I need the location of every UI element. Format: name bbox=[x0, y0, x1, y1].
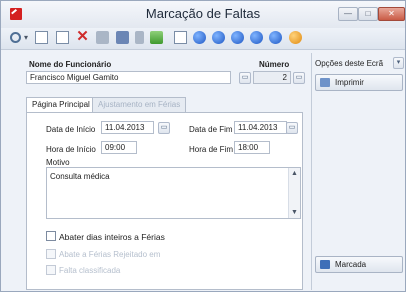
number-label: Número bbox=[259, 60, 290, 69]
new-document-icon[interactable] bbox=[35, 31, 48, 44]
number-lookup-button[interactable]: ▭ bbox=[293, 72, 305, 84]
chevron-down-icon[interactable]: ▾ bbox=[393, 57, 404, 69]
deduct-full-days-label: Abater dias inteiros a Férias bbox=[59, 232, 165, 242]
export-icon[interactable] bbox=[135, 31, 144, 44]
reason-text: Consulta médica bbox=[50, 172, 110, 181]
minimize-icon: — bbox=[344, 9, 352, 18]
search-icon[interactable] bbox=[10, 32, 21, 43]
classified-absence-label: Falta classificada bbox=[59, 266, 121, 275]
scroll-up-icon[interactable]: ▲ bbox=[289, 170, 300, 177]
scroll-down-icon[interactable]: ▼ bbox=[289, 209, 300, 216]
start-date-calendar-button[interactable]: ▭ bbox=[158, 122, 170, 134]
employee-field[interactable]: Francisco Miguel Gamito bbox=[26, 71, 231, 84]
toolbar: ▾ ✕ bbox=[1, 28, 405, 50]
copy-document-icon[interactable] bbox=[56, 31, 69, 44]
chevron-down-icon[interactable]: ▾ bbox=[23, 31, 29, 44]
start-date-field[interactable]: 11.04.2013 bbox=[101, 121, 154, 134]
holiday-rejected-label: Abate a Férias Rejeitado em bbox=[59, 250, 161, 259]
deduct-full-days-checkbox[interactable] bbox=[46, 231, 56, 241]
close-button[interactable]: ✕ bbox=[378, 7, 405, 21]
last-record-icon[interactable] bbox=[250, 31, 263, 44]
holiday-rejected-checkbox[interactable] bbox=[46, 249, 56, 259]
minimize-button[interactable]: — bbox=[338, 7, 358, 21]
classified-absence-checkbox[interactable] bbox=[46, 265, 56, 275]
refresh-icon[interactable] bbox=[289, 31, 302, 44]
tab-main-page[interactable]: Página Principal bbox=[26, 97, 96, 113]
end-date-label: Data de Fim bbox=[189, 125, 233, 134]
zoom-icon[interactable] bbox=[174, 31, 187, 44]
status-icon bbox=[320, 260, 330, 269]
marked-button[interactable]: Marcada bbox=[315, 256, 403, 273]
employee-label: Nome do Funcionário bbox=[29, 60, 112, 69]
screen-options-label: Opções deste Ecrã bbox=[315, 59, 384, 68]
printer-icon bbox=[320, 78, 330, 87]
maximize-button[interactable]: □ bbox=[358, 7, 378, 21]
print-button[interactable]: Imprimir bbox=[315, 74, 403, 91]
start-time-label: Hora de Início bbox=[46, 145, 96, 154]
chart-icon[interactable] bbox=[150, 31, 163, 44]
application-window: Marcação de Faltas — □ ✕ ▾ ✕ Nome do Fun… bbox=[0, 0, 406, 292]
close-icon: ✕ bbox=[388, 9, 395, 18]
edit-icon[interactable] bbox=[96, 31, 109, 44]
first-record-icon[interactable] bbox=[193, 31, 206, 44]
start-time-field[interactable]: 09:00 bbox=[101, 141, 137, 154]
reason-textarea[interactable]: Consulta médica ▲ ▼ bbox=[46, 167, 301, 219]
next-record-icon[interactable] bbox=[231, 31, 244, 44]
title-bar: Marcação de Faltas — □ ✕ bbox=[1, 1, 405, 28]
delete-icon[interactable]: ✕ bbox=[76, 29, 89, 44]
end-date-calendar-button[interactable]: ▭ bbox=[286, 122, 298, 134]
marked-button-label: Marcada bbox=[335, 260, 367, 269]
end-time-label: Hora de Fim bbox=[189, 145, 234, 154]
reason-label: Motivo bbox=[46, 158, 70, 167]
start-date-label: Data de Início bbox=[46, 125, 96, 134]
maximize-icon: □ bbox=[365, 9, 371, 18]
reload-record-icon[interactable] bbox=[269, 31, 282, 44]
tab-holiday-adjustment[interactable]: Ajustamento em Férias bbox=[92, 97, 187, 112]
end-time-field[interactable]: 18:00 bbox=[234, 141, 270, 154]
reason-scrollbar[interactable]: ▲ ▼ bbox=[288, 168, 300, 218]
previous-record-icon[interactable] bbox=[212, 31, 225, 44]
number-field[interactable]: 2 bbox=[253, 71, 291, 84]
employee-lookup-button[interactable]: ▭ bbox=[239, 72, 251, 84]
list-icon[interactable] bbox=[116, 31, 129, 44]
print-button-label: Imprimir bbox=[335, 78, 364, 87]
end-date-field[interactable]: 11.04.2013 bbox=[234, 121, 287, 134]
